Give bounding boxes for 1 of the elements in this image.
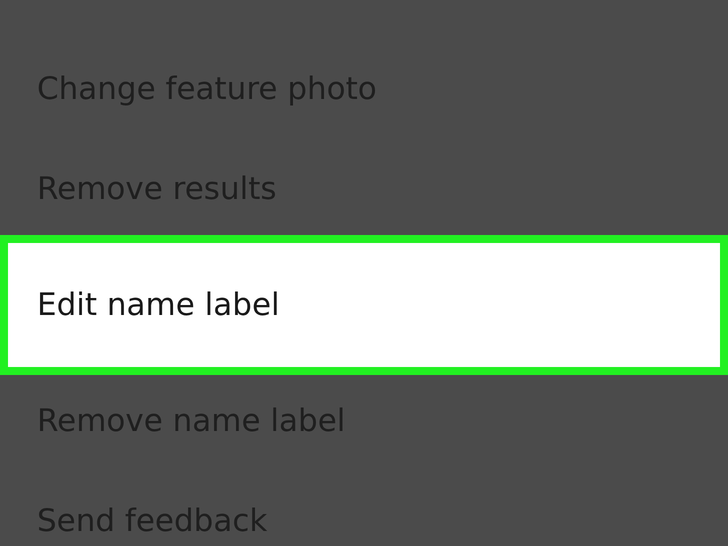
menu-item[interactable]: Edit name label: [0, 235, 728, 375]
